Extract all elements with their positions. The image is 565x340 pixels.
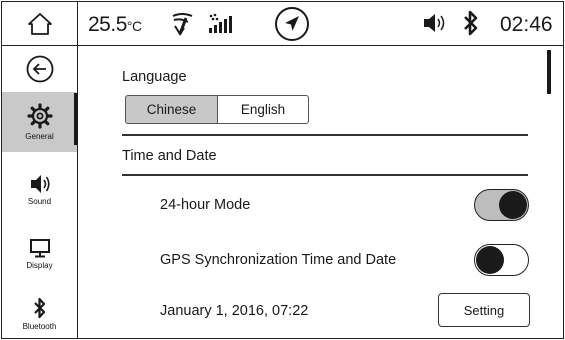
monitor-icon	[29, 239, 50, 258]
sidebar-item-bluetooth[interactable]: Bluetooth	[2, 288, 77, 338]
sidebar-item-label: Sound	[27, 197, 52, 206]
wind-icon	[170, 10, 196, 36]
signal-icon	[207, 11, 235, 35]
sidebar-item-display[interactable]: Display	[2, 226, 77, 282]
scrollbar[interactable]	[547, 50, 551, 94]
language-selector: Chinese English	[125, 95, 309, 124]
language-heading: Language	[122, 69, 187, 85]
status-bar: 25.5°C 02:46	[2, 2, 563, 46]
back-icon	[26, 55, 53, 83]
temperature-value: 25.5	[88, 13, 127, 36]
divider	[122, 174, 528, 176]
language-option-english[interactable]: English	[217, 95, 309, 124]
gps-sync-toggle[interactable]	[474, 244, 529, 276]
gear-icon	[26, 103, 53, 129]
bluetooth-icon	[33, 297, 45, 319]
home-button[interactable]	[2, 2, 78, 45]
sidebar-item-label: General	[25, 132, 54, 141]
toggle-knob	[476, 246, 504, 274]
settings-screen: 25.5°C 02:46 General Sound Display Bluet…	[1, 1, 564, 339]
temperature-readout: 25.5°C	[88, 13, 142, 37]
sidebar-item-sound[interactable]: Sound	[2, 162, 77, 218]
navigation-icon[interactable]	[274, 6, 310, 42]
language-option-chinese[interactable]: Chinese	[125, 95, 217, 124]
home-icon	[27, 12, 52, 35]
active-indicator	[74, 93, 78, 145]
sidebar-item-general[interactable]: General	[2, 92, 77, 152]
settings-sidebar: General Sound Display Bluetooth	[2, 46, 78, 338]
sidebar-item-label: Display	[26, 261, 53, 270]
speaker-icon	[30, 175, 50, 193]
current-datetime: January 1, 2016, 07:22	[160, 303, 309, 319]
time-and-date-heading: Time and Date	[122, 148, 217, 164]
hour-mode-toggle[interactable]	[474, 189, 529, 221]
back-button[interactable]	[2, 46, 77, 92]
bluetooth-icon	[462, 10, 480, 36]
gps-sync-label: GPS Synchronization Time and Date	[160, 252, 397, 268]
toggle-knob	[499, 191, 527, 219]
clock: 02:46	[500, 13, 553, 36]
general-settings-panel[interactable]: Language Chinese English Time and Date 2…	[80, 47, 563, 338]
sidebar-item-label: Bluetooth	[22, 322, 57, 331]
hour-mode-label: 24-hour Mode	[160, 197, 251, 213]
datetime-setting-button[interactable]: Setting	[438, 293, 530, 327]
volume-icon	[422, 12, 448, 34]
temperature-unit: °C	[126, 18, 142, 34]
divider	[122, 134, 528, 136]
